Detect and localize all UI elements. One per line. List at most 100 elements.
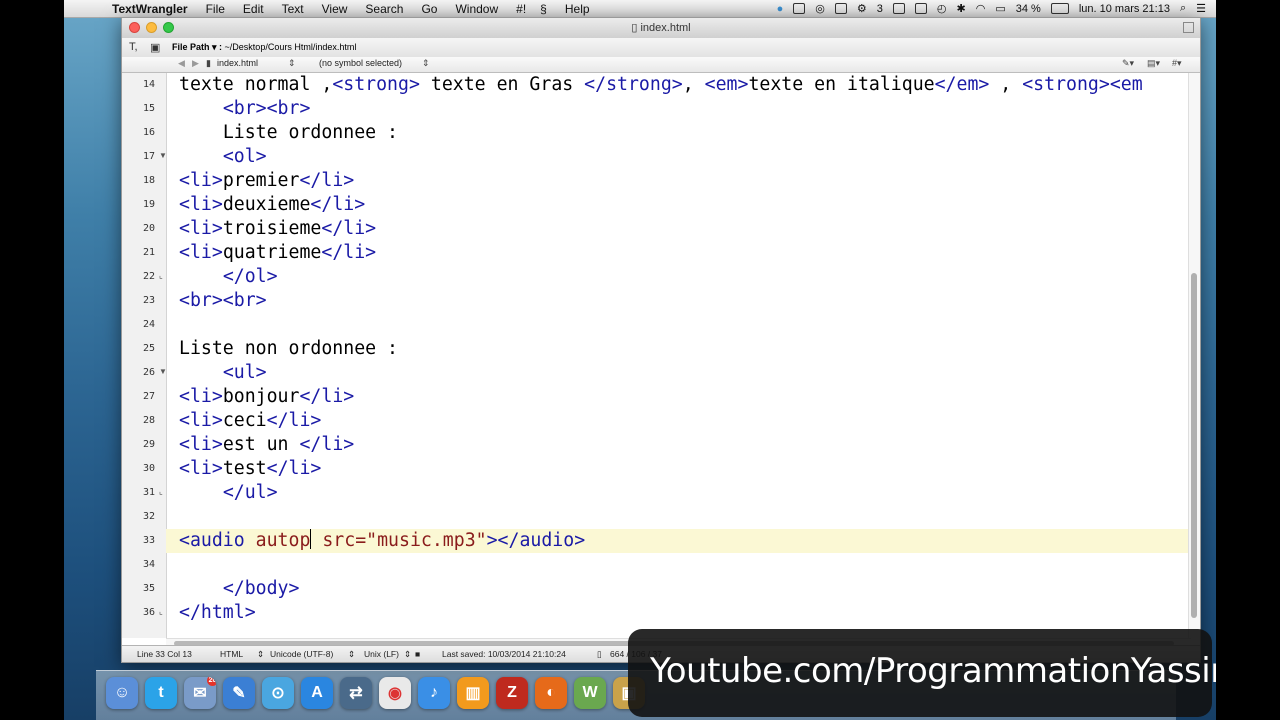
chrome-icon[interactable]: ◉	[379, 677, 411, 709]
code-text[interactable]: <audio autop src="music.mp3"></audio>	[179, 529, 585, 553]
encoding-chevron-icon[interactable]: ⇕	[348, 649, 355, 660]
menu-search[interactable]: Search	[365, 2, 403, 16]
code-line[interactable]: </html>	[166, 601, 1191, 625]
code-line[interactable]: <li>est un </li>	[166, 433, 1191, 457]
wifi-icon[interactable]: ◠	[976, 2, 986, 15]
code-line[interactable]: Liste non ordonnee :	[166, 337, 1191, 361]
code-text[interactable]: texte normal ,<strong> texte en Gras </s…	[179, 73, 1143, 97]
fullscreen-icon[interactable]	[1183, 22, 1194, 33]
filezilla-icon[interactable]: Z	[496, 677, 528, 709]
finder-icon[interactable]: ☺	[106, 677, 138, 709]
code-text[interactable]: Liste ordonnee :	[179, 121, 398, 145]
menu-window[interactable]: Window	[455, 2, 498, 16]
code-line[interactable]: </ul>	[166, 481, 1191, 505]
sync-icon[interactable]: ◎	[815, 2, 825, 15]
code-text[interactable]: </ul>	[179, 481, 278, 505]
window-status-icon[interactable]	[793, 3, 806, 14]
code-text[interactable]: <ol>	[179, 145, 267, 169]
bluetooth-icon[interactable]: ✱	[957, 2, 966, 15]
preview-icon[interactable]: ✉ 20	[184, 677, 216, 709]
document-popup[interactable]: index.html	[217, 58, 297, 68]
battery-percent[interactable]: 34 %	[1016, 3, 1041, 15]
code-text[interactable]: <li>troisieme</li>	[179, 217, 376, 241]
code-line[interactable]	[166, 553, 1191, 577]
code-line[interactable]: <li>premier</li>	[166, 169, 1191, 193]
code-line[interactable]: <li>troisieme</li>	[166, 217, 1191, 241]
encoding-popup[interactable]: Unicode (UTF-8)	[270, 649, 333, 659]
code-text[interactable]: <li>est un </li>	[179, 433, 354, 457]
teamviewer-icon[interactable]: ⇄	[340, 677, 372, 709]
airplay-icon[interactable]	[914, 3, 927, 14]
app-store-icon[interactable]: A	[301, 677, 333, 709]
ibooks-icon[interactable]: ▥	[457, 677, 489, 709]
marker-icon[interactable]: ✎▾	[1122, 58, 1134, 69]
twitter-icon[interactable]: t	[145, 677, 177, 709]
code-text[interactable]: </html>	[179, 601, 256, 625]
code-line[interactable]: <li>bonjour</li>	[166, 385, 1191, 409]
code-text[interactable]: <li>ceci</li>	[179, 409, 321, 433]
code-text[interactable]: </ol>	[179, 265, 278, 289]
flag-icon[interactable]: ▭	[995, 2, 1005, 15]
file-path-label[interactable]: File Path ▾ :	[172, 42, 222, 52]
code-text[interactable]: <li>premier</li>	[179, 169, 354, 193]
code-line[interactable]	[166, 505, 1191, 529]
code-line[interactable]: <br><br>	[166, 289, 1191, 313]
menu-go[interactable]: Go	[421, 2, 437, 16]
code-line[interactable]: Liste ordonnee :	[166, 121, 1191, 145]
code-line[interactable]: </ol>	[166, 265, 1191, 289]
forward-arrow-icon[interactable]: ▶	[192, 58, 199, 69]
language-chevron-icon[interactable]: ⇕	[257, 649, 264, 660]
notification-center-icon[interactable]: ☰	[1196, 2, 1206, 15]
code-line[interactable]: <ol>	[166, 145, 1191, 169]
current-line[interactable]: <audio autop src="music.mp3"></audio>	[166, 529, 1191, 553]
file-path[interactable]: File Path ▾ : ~/Desktop/Cours Html/index…	[172, 42, 356, 53]
code-text[interactable]: </body>	[179, 577, 300, 601]
line-endings-chevron-icon[interactable]: ⇕	[404, 649, 411, 660]
menu-file[interactable]: File	[206, 2, 225, 16]
battery-icon[interactable]	[1050, 3, 1069, 14]
document-popup-chevron-icon[interactable]: ⇕	[288, 58, 296, 69]
firefox-icon[interactable]: ◐	[535, 677, 567, 709]
page-icon[interactable]: ▤▾	[1147, 58, 1160, 69]
counterpart-icon[interactable]: #▾	[1172, 58, 1182, 69]
code-line[interactable]: </body>	[166, 577, 1191, 601]
code-text[interactable]: <br><br>	[179, 289, 267, 313]
language-popup[interactable]: HTML	[220, 649, 243, 659]
notifications-icon[interactable]: 3	[877, 3, 883, 15]
safari-icon[interactable]: ⊙	[262, 677, 294, 709]
code-text[interactable]: Liste non ordonnee :	[179, 337, 398, 361]
menu-help[interactable]: Help	[565, 2, 590, 16]
record-icon[interactable]	[892, 3, 905, 14]
fold-end-icon[interactable]: ⌞	[159, 607, 163, 616]
itunes-icon[interactable]: ♪	[418, 677, 450, 709]
vertical-scrollbar[interactable]	[1188, 73, 1200, 638]
lock-icon[interactable]: ▣	[150, 41, 160, 54]
gear-icon[interactable]: ⚙	[857, 2, 867, 15]
menu-scripts[interactable]: #!	[516, 2, 526, 16]
code-editor[interactable]: texte normal ,<strong> texte en Gras </s…	[166, 73, 1191, 638]
symbol-popup[interactable]: (no symbol selected)	[319, 58, 429, 68]
menu-edit[interactable]: Edit	[243, 2, 264, 16]
menu-view[interactable]: View	[322, 2, 348, 16]
cursor-position[interactable]: Line 33 Col 13	[137, 649, 192, 659]
code-text[interactable]: <br><br>	[179, 97, 311, 121]
fold-end-icon[interactable]: ⌞	[159, 487, 163, 496]
code-line[interactable]: <ul>	[166, 361, 1191, 385]
menu-text[interactable]: Text	[282, 2, 304, 16]
code-text[interactable]: <li>test</li>	[179, 457, 321, 481]
code-line[interactable]: <li>quatrieme</li>	[166, 241, 1191, 265]
text-options-icon[interactable]: T,	[129, 41, 138, 53]
textwrangler-icon[interactable]: W	[574, 677, 606, 709]
code-line[interactable]: <li>test</li>	[166, 457, 1191, 481]
menu-app-name[interactable]: TextWrangler	[112, 2, 188, 16]
back-arrow-icon[interactable]: ◀	[178, 58, 185, 69]
dropbox-icon[interactable]	[834, 3, 847, 14]
code-text[interactable]: <li>deuxieme</li>	[179, 193, 365, 217]
script-icon[interactable]: §	[540, 2, 547, 16]
pencil-app-icon[interactable]: ✎	[223, 677, 255, 709]
code-line[interactable]: texte normal ,<strong> texte en Gras </s…	[166, 73, 1191, 97]
code-text[interactable]: <li>bonjour</li>	[179, 385, 354, 409]
line-endings-popup[interactable]: Unix (LF)	[364, 649, 399, 659]
code-line[interactable]: <li>deuxieme</li>	[166, 193, 1191, 217]
spotlight-icon[interactable]: ⌕	[1180, 2, 1186, 15]
